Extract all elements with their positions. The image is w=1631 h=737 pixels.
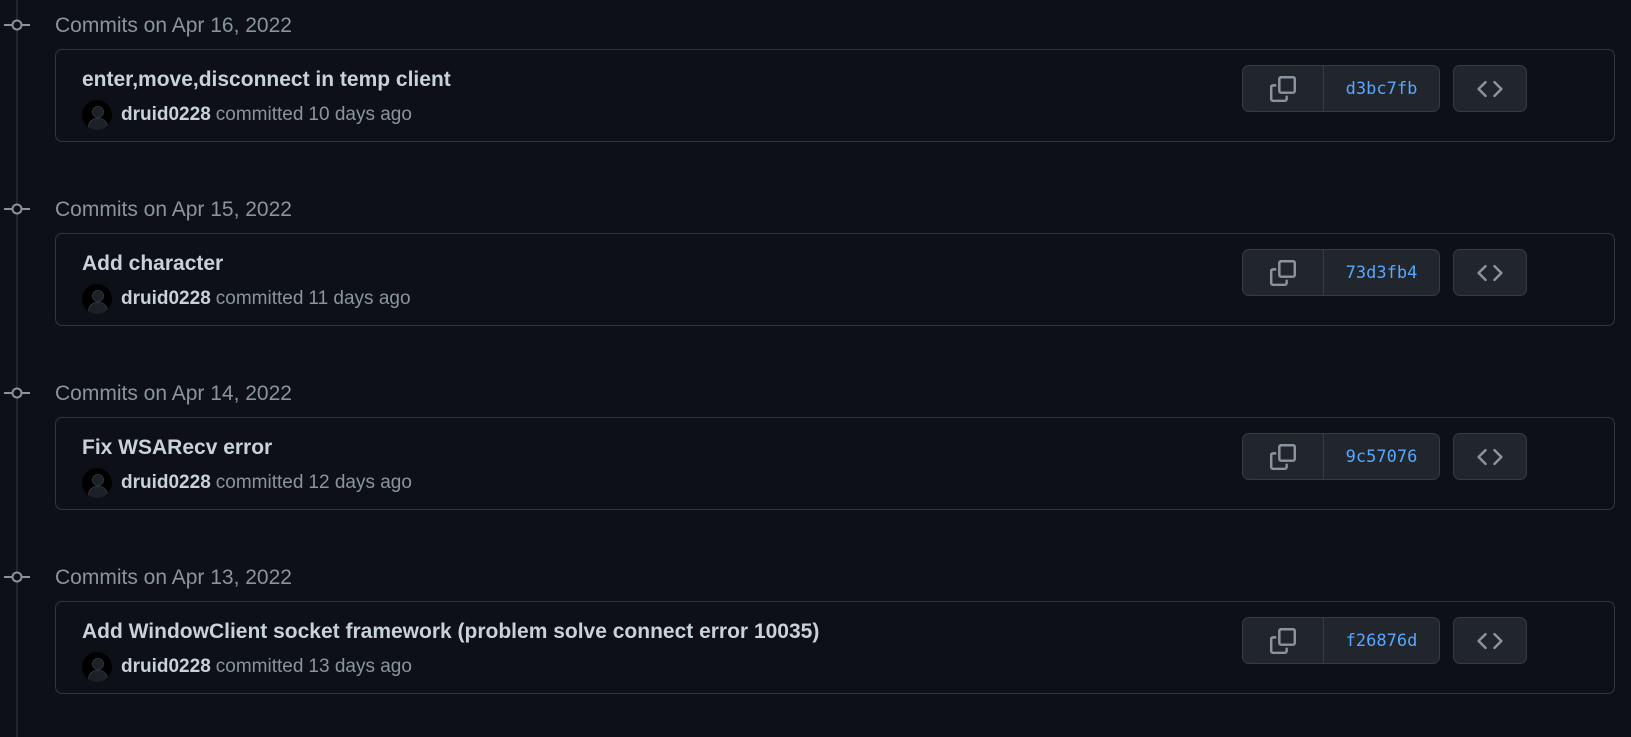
copy-icon [1270,627,1296,654]
git-commit-icon [4,19,30,31]
copy-icon [1270,75,1296,102]
avatar-body [88,118,108,130]
copy-sha-button[interactable] [1243,66,1324,111]
commit-group-title: Commits on Apr 16, 2022 [55,14,292,37]
browse-repo-button[interactable] [1453,617,1527,664]
git-commit-icon [4,203,30,215]
commit-group-header: Commits on Apr 15, 2022 [0,194,600,224]
browse-repo-button[interactable] [1453,65,1527,112]
avatar-head [92,474,104,486]
relative-time: 13 days ago [308,656,412,677]
commit-sha-link[interactable]: 9c57076 [1324,434,1439,479]
sha-button-group: d3bc7fb [1242,65,1440,112]
commit-meta: druid0228 committed 13 days ago [82,652,412,682]
avatar-body [88,670,108,682]
code-icon [1477,80,1503,97]
commit-group-title: Commits on Apr 15, 2022 [55,198,292,221]
avatar[interactable] [82,652,112,682]
code-icon [1477,632,1503,649]
sha-button-group: 9c57076 [1242,433,1440,480]
commit-message-link[interactable]: Add WindowClient socket framework (probl… [82,620,819,644]
commit-sha-link[interactable]: f26876d [1324,618,1439,663]
committed-label: committed [215,656,304,677]
copy-icon [1270,443,1296,470]
browse-repo-button[interactable] [1453,249,1527,296]
commit-group-title: Commits on Apr 13, 2022 [55,566,292,589]
relative-time: 12 days ago [308,472,412,493]
browse-repo-button[interactable] [1453,433,1527,480]
avatar-body [88,486,108,498]
sha-button-group: f26876d [1242,617,1440,664]
committed-label: committed [215,288,304,309]
commit-message-link[interactable]: enter,move,disconnect in temp client [82,68,451,92]
commit-meta: druid0228 committed 11 days ago [82,284,411,314]
commit-card: Add WindowClient socket framework (probl… [55,601,1615,694]
commit-card: Add character druid0228 committed 11 day… [55,233,1615,326]
timeline-line [16,0,18,737]
author-link[interactable]: druid0228 [121,288,211,310]
sha-button-group: 73d3fb4 [1242,249,1440,296]
git-commit-icon [4,387,30,399]
copy-icon [1270,259,1296,286]
commit-message-link[interactable]: Fix WSARecv error [82,436,272,460]
commit-sha-link[interactable]: 73d3fb4 [1324,250,1439,295]
committed-label: committed [215,104,304,125]
commit-card: Fix WSARecv error druid0228 committed 12… [55,417,1615,510]
commit-meta: druid0228 committed 12 days ago [82,468,412,498]
commit-group-header: Commits on Apr 14, 2022 [0,378,600,408]
commit-card: enter,move,disconnect in temp client dru… [55,49,1615,142]
avatar-body [88,302,108,314]
commit-meta: druid0228 committed 10 days ago [82,100,412,130]
code-icon [1477,264,1503,281]
committed-label: committed [215,472,304,493]
copy-sha-button[interactable] [1243,434,1324,479]
code-icon [1477,448,1503,465]
avatar[interactable] [82,100,112,130]
commit-sha-link[interactable]: d3bc7fb [1324,66,1439,111]
avatar[interactable] [82,284,112,314]
author-link[interactable]: druid0228 [121,104,211,126]
relative-time: 11 days ago [308,288,411,309]
avatar-head [92,106,104,118]
commit-message-link[interactable]: Add character [82,252,223,276]
copy-sha-button[interactable] [1243,618,1324,663]
author-link[interactable]: druid0228 [121,656,211,678]
avatar-head [92,658,104,670]
commit-group-header: Commits on Apr 13, 2022 [0,562,600,592]
copy-sha-button[interactable] [1243,250,1324,295]
relative-time: 10 days ago [308,104,412,125]
commit-group-header: Commits on Apr 16, 2022 [0,10,600,40]
avatar-head [92,290,104,302]
avatar[interactable] [82,468,112,498]
commit-group-title: Commits on Apr 14, 2022 [55,382,292,405]
git-commit-icon [4,571,30,583]
author-link[interactable]: druid0228 [121,472,211,494]
